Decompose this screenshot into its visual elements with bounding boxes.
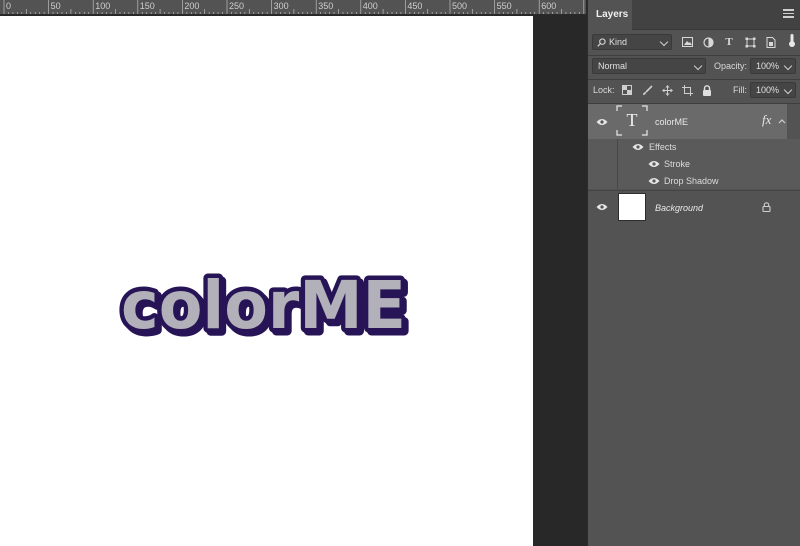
blend-row: Normal Opacity: 100% [588,58,800,76]
chevron-down-icon [783,61,793,71]
ruler-tick-label: 450 [407,1,423,11]
stroke-visibility-eye-icon[interactable] [648,160,660,168]
ruler-tick-label: 550 [496,1,512,11]
effects-label[interactable]: Effects [649,141,676,153]
background-layer-thumbnail [618,193,646,221]
chevron-down-icon [783,85,793,95]
ruler-tick-label: 150 [139,1,155,11]
chevron-up-icon[interactable] [778,118,786,124]
fill-input[interactable]: 100% [750,82,796,98]
scroll-gutter [787,104,800,139]
colorme-text-art[interactable]: colorME colorME colorME [118,252,418,343]
lock-artboard-icon[interactable] [680,83,694,97]
separator [588,79,800,80]
kind-filter-select[interactable]: Kind [592,34,672,50]
text-layer-thumbnail: T [616,105,648,136]
text-fill: colorME [121,267,406,342]
ruler-tick-label: 200 [184,1,200,11]
hamburger-menu-icon[interactable] [783,9,794,18]
visibility-eye-icon[interactable] [596,203,608,211]
blend-mode-value: Normal [598,61,628,71]
separator [588,190,800,191]
smart-object-filter-icon[interactable] [764,35,778,49]
opacity-input[interactable]: 100% [750,58,796,74]
effects-visibility-eye-icon[interactable] [632,143,644,151]
opacity-label: Opacity: [714,61,748,71]
ruler-tick-label: 400 [362,1,378,11]
tab-layers[interactable]: Layers [588,0,632,30]
ruler-tick-label: 350 [318,1,334,11]
effect-stroke[interactable]: Stroke [664,158,690,170]
fill-label: Fill: [733,85,747,95]
lock-row: Lock: Fill: 100% [588,82,800,100]
layer-effects-fx-icon[interactable]: fx [762,113,771,127]
fill-value: 100% [756,85,780,95]
filter-toggle-icon[interactable] [785,34,799,48]
lock-label: Lock: [593,85,615,95]
kind-filter-label: Kind [609,37,628,47]
ruler-tick-label: 0 [6,1,12,11]
ruler-tick-label: 50 [50,1,61,11]
document-canvas[interactable]: colorME colorME colorME [0,16,533,546]
ruler-tick-label: 100 [95,1,111,11]
lock-pixels-icon[interactable] [640,83,654,97]
ruler-tick-label: 300 [273,1,289,11]
chevron-down-icon [659,37,669,47]
ruler-tick-label: 500 [452,1,468,11]
lock-icon [762,202,771,212]
layers-panel: Layers Kind T Normal Opacity: 100% Lock:… [587,0,800,546]
layer-row-background[interactable]: Background [588,190,800,224]
layer-name[interactable]: colorME [655,116,688,128]
opacity-value: 100% [756,61,780,71]
text-layer-glyph: T [626,110,638,130]
adjustment-filter-icon[interactable] [701,35,715,49]
chevron-down-icon [693,61,703,71]
visibility-eye-icon[interactable] [596,118,608,126]
separator [588,55,800,56]
drop-shadow-visibility-eye-icon[interactable] [648,177,660,185]
layer-row-colorme[interactable]: T colorME fx [588,104,800,139]
effect-drop-shadow[interactable]: Drop Shadow [664,175,719,187]
horizontal-ruler[interactable]: 0501001502002503003504004505005506006 [0,0,586,15]
search-icon [597,38,606,47]
shape-filter-icon[interactable] [743,35,757,49]
lock-transparency-icon[interactable] [620,83,634,97]
layer-name[interactable]: Background [655,202,703,214]
panel-tab-bar: Layers [588,0,800,30]
ruler-tick-label: 600 [541,1,557,11]
pasteboard[interactable]: colorME colorME colorME [0,16,586,546]
layer-effects-list: Effects Stroke Drop Shadow [588,139,800,189]
effects-indent-line [617,139,618,189]
layer-filter-row: Kind T [588,33,800,53]
image-filter-icon[interactable] [680,35,694,49]
blend-mode-select[interactable]: Normal [592,58,706,74]
lock-all-icon[interactable] [700,83,714,97]
type-filter-icon[interactable]: T [722,35,736,49]
lock-position-icon[interactable] [660,83,674,97]
ruler-tick-label: 250 [229,1,245,11]
